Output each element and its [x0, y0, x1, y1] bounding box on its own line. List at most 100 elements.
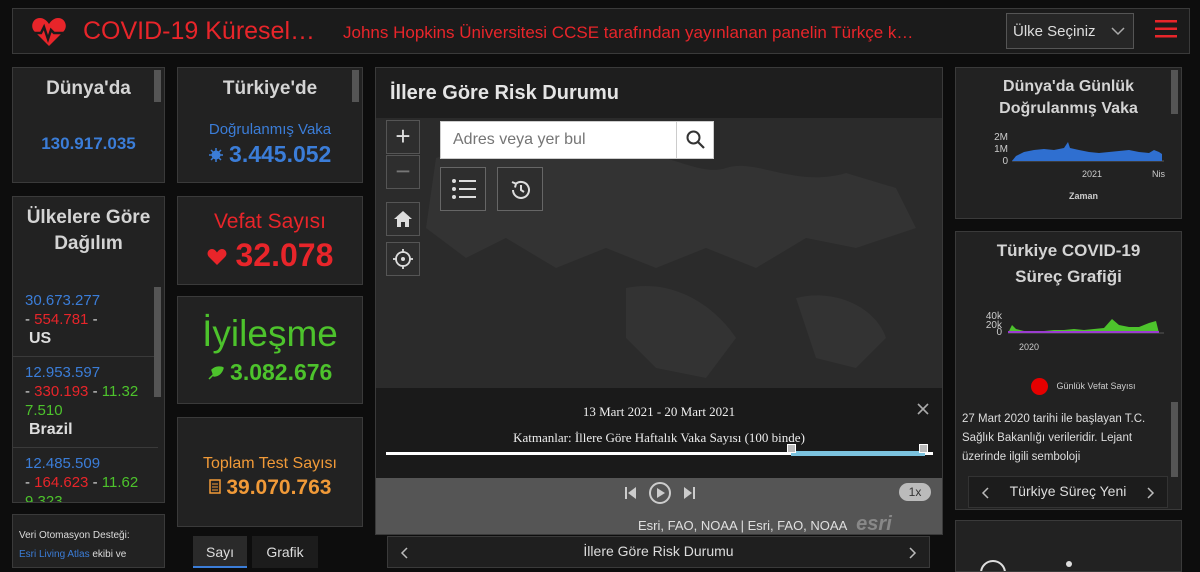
x-tick: 2021 — [1082, 169, 1102, 179]
search-input[interactable] — [441, 122, 677, 158]
y-tick: 0 — [1002, 156, 1008, 167]
locate-button[interactable] — [386, 242, 420, 276]
search-icon — [686, 130, 705, 153]
world-total-title: Dünya'da — [46, 78, 131, 99]
esri-living-atlas-link[interactable]: Esri Living Atlas — [19, 549, 90, 560]
credits-panel: Veri Otomasyon Desteği: Esri Living Atla… — [12, 514, 165, 568]
history-icon — [509, 180, 533, 206]
home-button[interactable] — [386, 202, 420, 236]
previous-icon[interactable] — [624, 486, 638, 505]
chevron-right-icon[interactable] — [1147, 486, 1155, 504]
world-total-panel: Dünya'da 130.917.035 — [12, 67, 165, 183]
country-name: US — [29, 330, 52, 347]
heart-icon — [207, 237, 227, 273]
turkey-chart-description: 27 Mart 2020 tarihi ile başlayan T.C. Sa… — [962, 413, 1146, 463]
country-deaths: 330.193 — [34, 383, 89, 400]
y-tick: 1M — [994, 144, 1008, 155]
close-icon[interactable] — [916, 402, 930, 421]
deaths-value: 32.078 — [235, 237, 334, 273]
legend-button[interactable] — [440, 167, 486, 211]
tab-sayi-label: Sayı — [205, 544, 234, 560]
virus-icon — [208, 141, 223, 167]
tab-sayi[interactable]: Sayı — [193, 536, 247, 568]
list-item[interactable]: 30.673.277 - 554.781 - US — [13, 289, 158, 357]
chart-legend[interactable]: Günlük Vefat Sayısı — [1031, 378, 1136, 395]
app-header: COVID-19 Küresel… Johns Hopkins Üniversi… — [12, 8, 1190, 54]
world-daily-title: Dünya'da Günlük Doğrulanmış Vaka — [999, 78, 1138, 117]
deaths-label: Vefat Sayısı — [213, 210, 327, 233]
turkey-confirmed-label: Doğrulanmış Vaka — [208, 121, 332, 138]
scrollbar[interactable] — [1171, 70, 1178, 114]
play-icon[interactable] — [648, 481, 672, 510]
legend-swatch — [1031, 378, 1048, 395]
home-icon — [393, 211, 413, 233]
map-panel: İllere Göre Risk Durumu + − 13 Mart 2021… — [375, 67, 943, 535]
list-item[interactable]: 12.953.597 - 330.193 - 11.327.510 Brazil — [13, 357, 158, 448]
time-slider-handle-end[interactable] — [919, 444, 928, 453]
turkey-process-chart: 40k 20k 0 2020 — [986, 311, 1164, 352]
recovered-label: İyileşme — [202, 313, 338, 354]
country-list-title: Ülkelere Göre Dağılım — [26, 207, 151, 254]
scrollbar[interactable] — [1171, 402, 1178, 477]
scrollbar[interactable] — [352, 70, 359, 102]
country-select[interactable]: Ülke Seçiniz — [1006, 13, 1134, 49]
turkey-chart-panel: Türkiye COVID-19 Süreç Grafiği 40k 20k 0… — [955, 231, 1182, 510]
crosshair-icon — [393, 249, 413, 273]
map-footer-nav: İllere Göre Risk Durumu — [387, 536, 930, 568]
turkey-chart-nav: Türkiye Süreç Yeni — [968, 476, 1168, 508]
attribution-text: Esri, FAO, NOAA | Esri, FAO, NOAA — [638, 518, 847, 533]
country-confirmed: 30.673.277 — [25, 292, 101, 309]
scrollbar[interactable] — [154, 70, 161, 102]
world-total-value: 130.917.035 — [41, 134, 136, 153]
app-title: COVID-19 Küresel… — [83, 17, 316, 45]
turkey-chart-title: Türkiye COVID-19 Süreç Grafiği — [996, 241, 1141, 286]
speed-label: 1x — [908, 485, 922, 499]
tests-panel: Toplam Test Sayısı 39.070.763 — [177, 417, 363, 527]
chevron-right-icon[interactable] — [909, 546, 917, 564]
document-icon — [208, 476, 221, 499]
time-slider-range — [791, 451, 925, 456]
deaths-panel: Vefat Sayısı 32.078 — [177, 196, 363, 285]
extra-panel — [955, 520, 1182, 572]
world-daily-panel: Dünya'da Günlük Doğrulanmış Vaka 2M 1M 0… — [955, 67, 1182, 219]
list-item[interactable]: 12.485.509 - 164.623 - 11.629.323 — [13, 448, 158, 502]
gauge-icon — [978, 559, 1008, 571]
next-icon[interactable] — [682, 486, 696, 505]
world-daily-chart: 2M 1M 0 2021 Nis Zaman — [994, 132, 1165, 201]
layers-text: Katmanlar: İllere Göre Haftalık Vaka Say… — [513, 430, 805, 445]
scrollbar[interactable] — [154, 287, 161, 397]
search-button[interactable] — [676, 122, 713, 158]
tests-label: Toplam Test Sayısı — [203, 455, 337, 472]
tests-value: 39.070.763 — [226, 476, 332, 499]
history-button[interactable] — [497, 167, 543, 211]
tab-grafik-label: Grafik — [266, 544, 304, 560]
playback-bar: 1x Esri, FAO, NOAA | Esri, FAO, NOAA esr… — [376, 478, 942, 534]
menu-icon[interactable] — [1155, 19, 1177, 44]
tab-grafik[interactable]: Grafik — [252, 536, 318, 568]
credits-suffix: ekibi ve — [92, 549, 127, 560]
turkey-confirmed-value: 3.445.052 — [229, 141, 332, 167]
zoom-out-button[interactable]: − — [386, 155, 420, 189]
x-tick: 2020 — [1019, 342, 1039, 352]
country-deaths: 554.781 — [34, 311, 89, 328]
map-title: İllere Göre Risk Durumu — [390, 82, 619, 104]
dot-icon — [1066, 561, 1072, 567]
country-select-label: Ülke Seçiniz — [1013, 23, 1096, 40]
y-tick: 0 — [996, 327, 1002, 338]
zoom-in-button[interactable]: + — [386, 120, 420, 154]
app-subtitle: Johns Hopkins Üniversitesi CCSE tarafınd… — [343, 23, 914, 42]
recovered-value: 3.082.676 — [230, 359, 333, 385]
turkey-cases-area — [1008, 319, 1159, 333]
credits-line1: Veri Otomasyon Desteği: — [19, 530, 130, 541]
country-confirmed: 12.953.597 — [25, 364, 101, 381]
heart-pulse-icon — [31, 16, 67, 53]
x-tick: Nis — [1152, 169, 1165, 179]
leaf-icon — [208, 359, 224, 385]
chevron-down-icon — [1111, 23, 1125, 40]
country-name: Brazil — [29, 421, 73, 438]
y-tick: 2M — [994, 132, 1008, 143]
time-slider-handle-start[interactable] — [787, 444, 796, 453]
speed-button[interactable]: 1x — [899, 483, 931, 501]
country-list-panel: Ülkelere Göre Dağılım 30.673.277 - 554.7… — [12, 196, 165, 503]
list-icon — [452, 179, 476, 204]
